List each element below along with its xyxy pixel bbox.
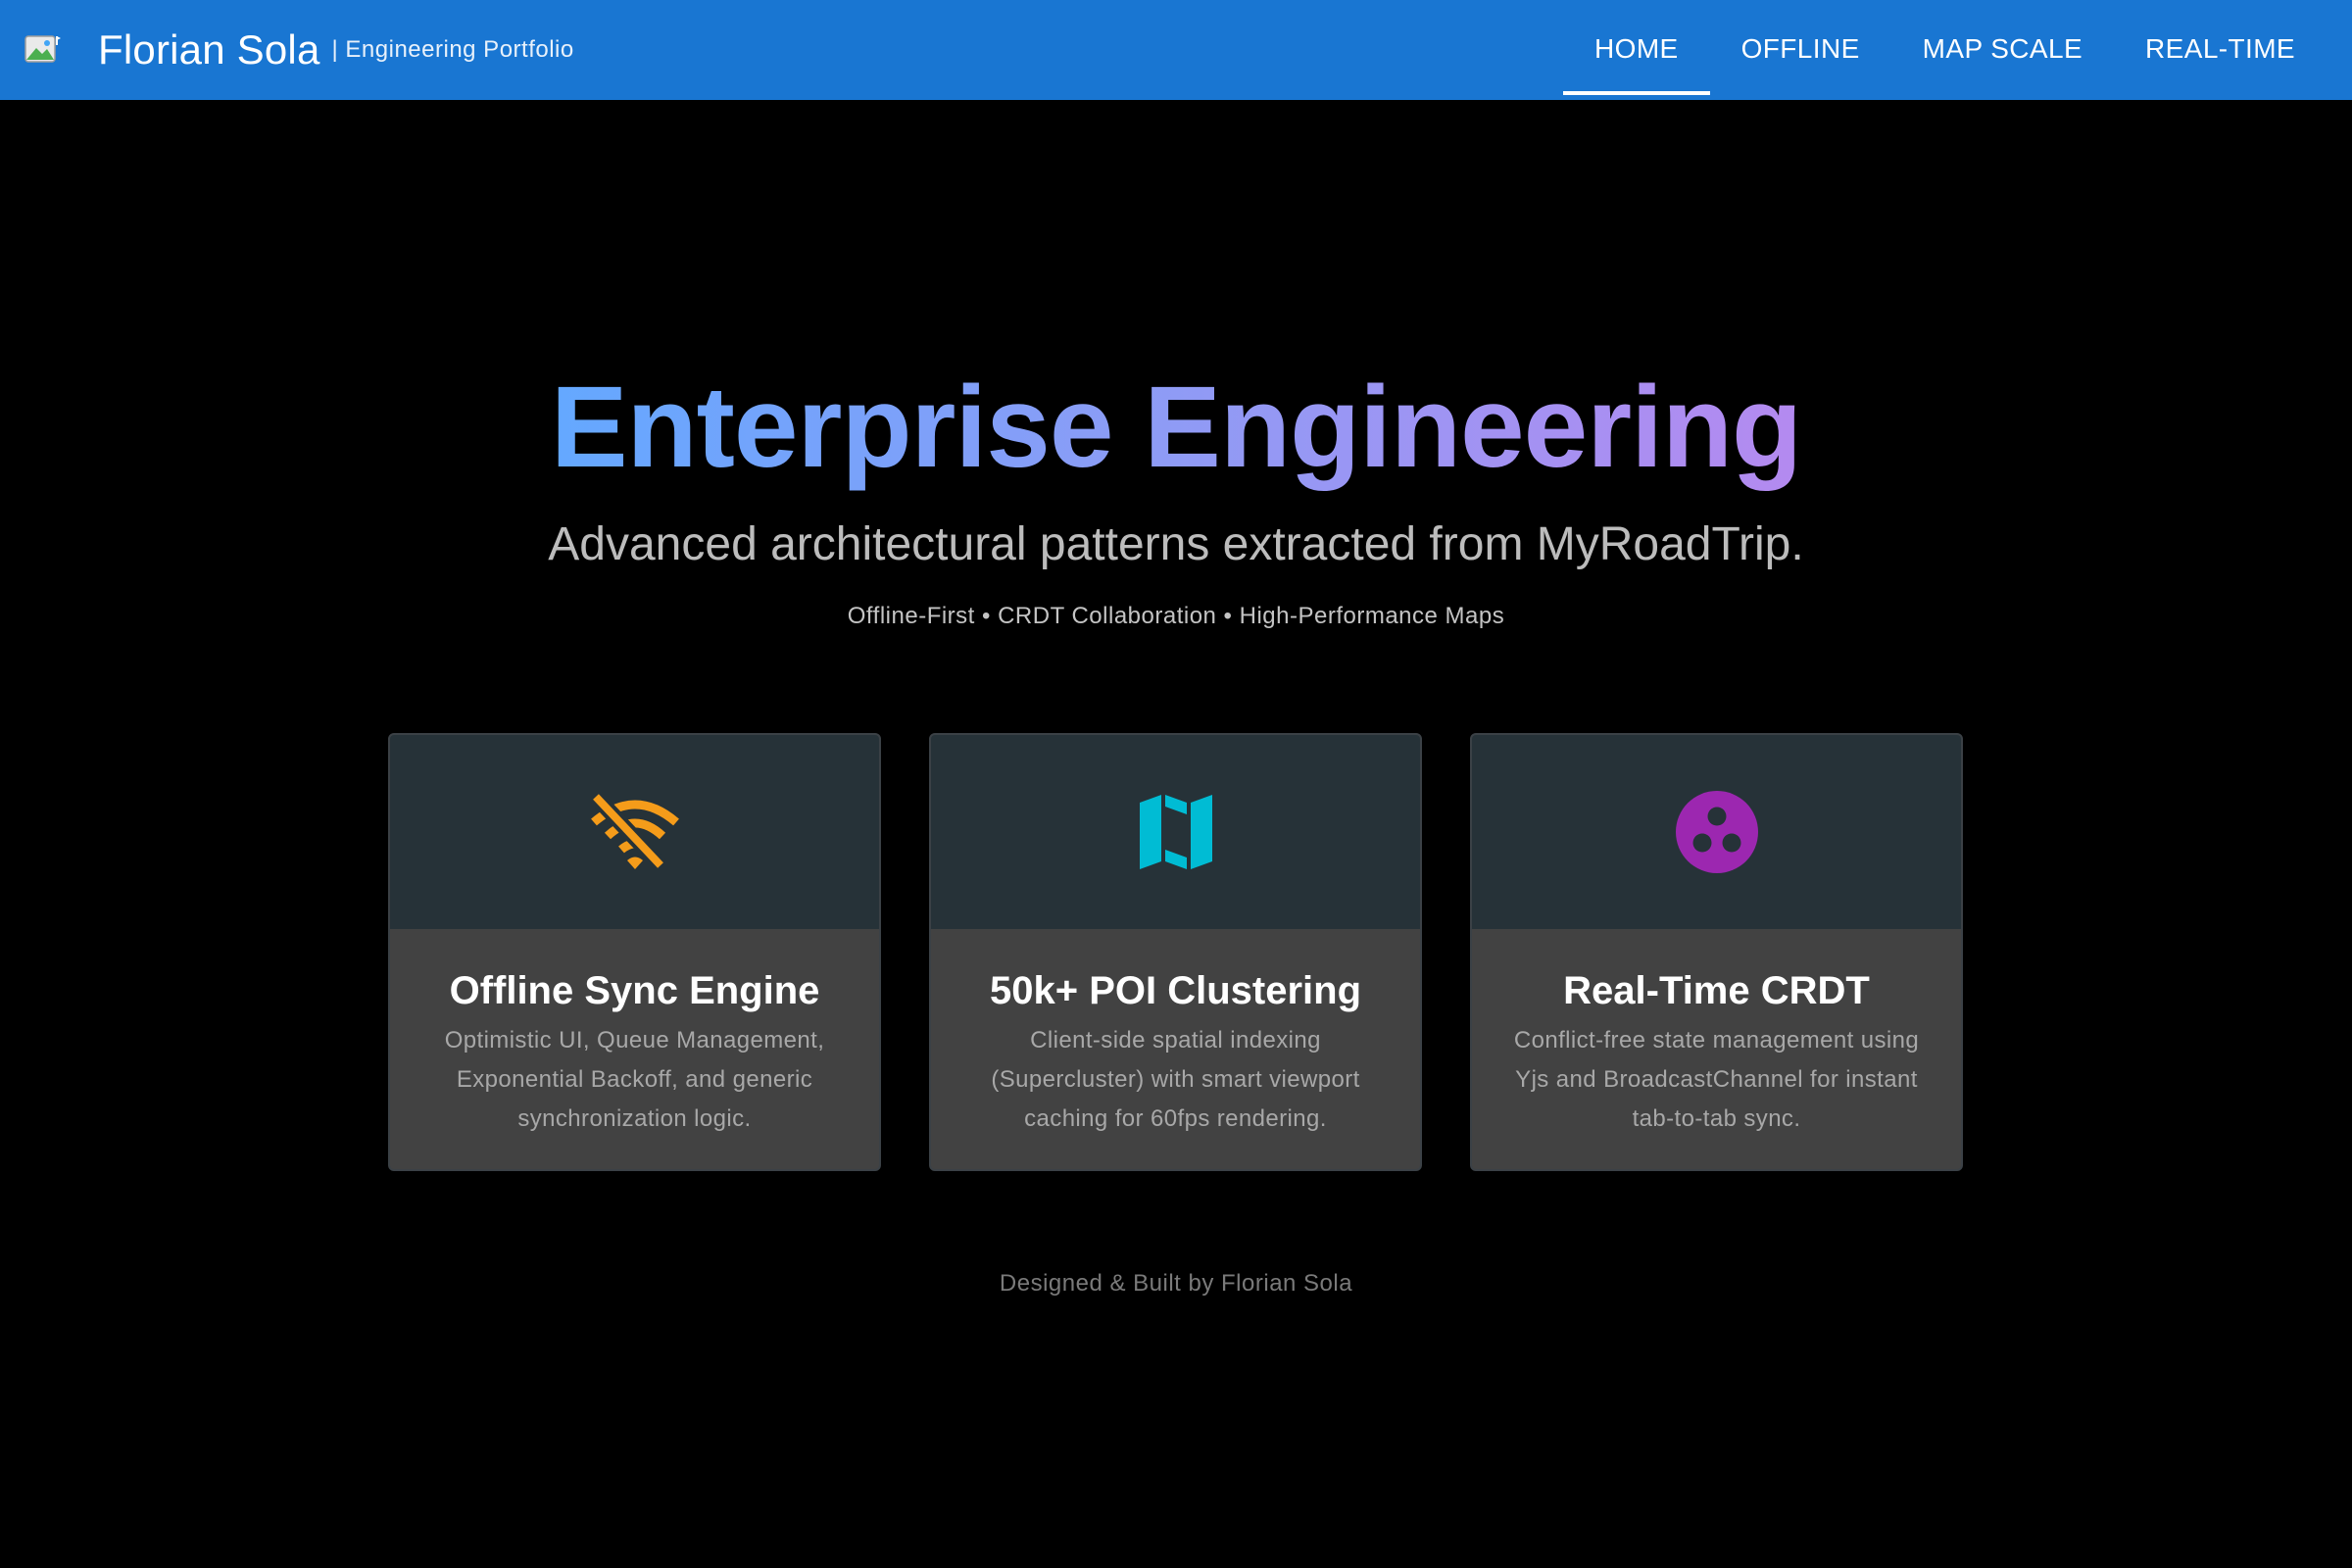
card-body: 50k+ POI Clustering Client-side spatial … bbox=[931, 929, 1420, 1139]
main-nav: HOME OFFLINE MAP SCALE REAL-TIME bbox=[1563, 0, 2352, 100]
card-media bbox=[931, 735, 1420, 929]
app-bar: Florian Sola | Engineering Portfolio HOM… bbox=[0, 0, 2352, 100]
card-body: Real-Time CRDT Conflict-free state manag… bbox=[1472, 929, 1961, 1139]
footer-credit: Designed & Built by Florian Sola bbox=[999, 1270, 1353, 1297]
card-description: Client-side spatial indexing (Superclust… bbox=[991, 1027, 1360, 1132]
card-description: Optimistic UI, Queue Management, Exponen… bbox=[444, 1027, 825, 1132]
card-title: Offline Sync Engine bbox=[449, 969, 820, 1012]
card-title: Real-Time CRDT bbox=[1563, 969, 1870, 1012]
card-title: 50k+ POI Clustering bbox=[989, 969, 1362, 1012]
card-offline-sync[interactable]: Offline Sync Engine Optimistic UI, Queue… bbox=[388, 733, 881, 1171]
hero-title-text: Enterprise Engineering bbox=[550, 363, 1802, 492]
card-poi-clustering[interactable]: 50k+ POI Clustering Client-side spatial … bbox=[929, 733, 1422, 1171]
card-description: Conflict-free state management using Yjs… bbox=[1513, 1027, 1920, 1132]
brand[interactable]: Florian Sola | Engineering Portfolio bbox=[24, 26, 574, 74]
brand-subtitle: | Engineering Portfolio bbox=[331, 36, 574, 63]
hero-title: Enterprise Engineering bbox=[0, 359, 2352, 496]
card-media bbox=[390, 735, 879, 929]
hero-tags: Offline-First • CRDT Collaboration • Hig… bbox=[847, 603, 1505, 629]
workspaces-icon bbox=[1675, 791, 1758, 873]
nav-home[interactable]: HOME bbox=[1563, 0, 1710, 98]
nav-offline[interactable]: OFFLINE bbox=[1710, 0, 1891, 98]
card-realtime-crdt[interactable]: Real-Time CRDT Conflict-free state manag… bbox=[1470, 733, 1963, 1171]
card-media bbox=[1472, 735, 1961, 929]
map-icon bbox=[1139, 795, 1212, 869]
hero-subtitle: Advanced architectural patterns extracte… bbox=[548, 518, 1804, 570]
landscape-logo-icon bbox=[24, 35, 61, 63]
wifi-off-icon bbox=[589, 791, 679, 871]
nav-map-scale[interactable]: MAP SCALE bbox=[1891, 0, 2114, 98]
nav-real-time[interactable]: REAL-TIME bbox=[2114, 0, 2327, 98]
card-body: Offline Sync Engine Optimistic UI, Queue… bbox=[390, 929, 879, 1139]
brand-name: Florian Sola bbox=[98, 26, 320, 73]
